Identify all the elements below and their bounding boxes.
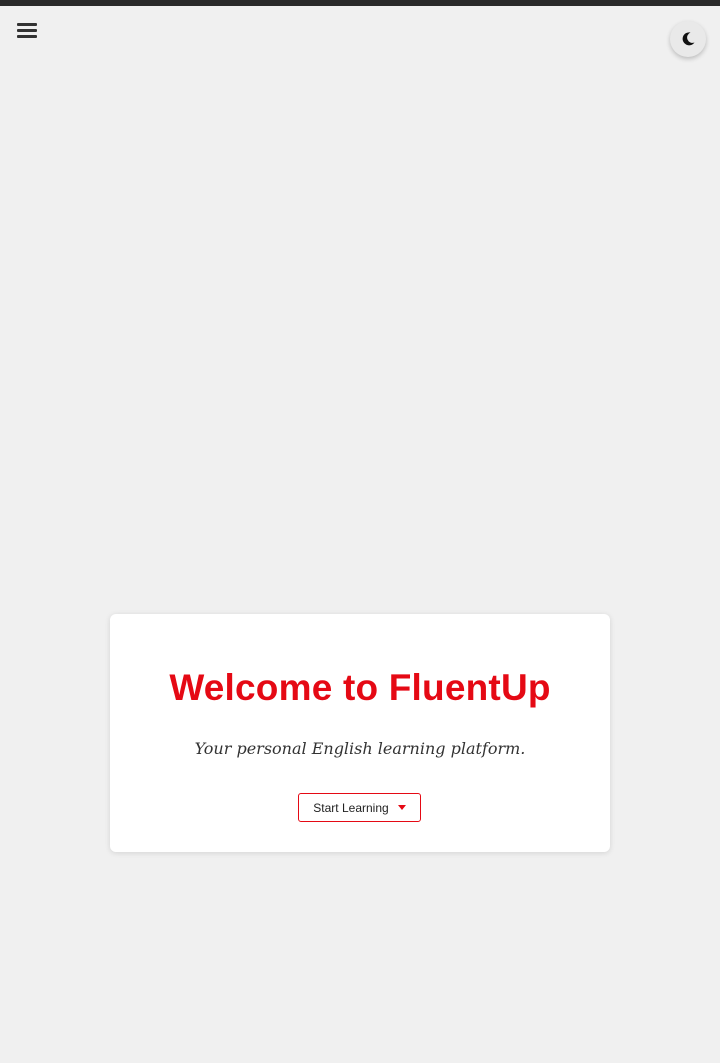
tagline: Your personal English learning platform. — [194, 739, 526, 758]
moon-icon — [682, 32, 695, 46]
welcome-card: Welcome to FluentUp Your personal Englis… — [110, 614, 610, 852]
page-title: Welcome to FluentUp — [169, 667, 551, 708]
hamburger-menu-icon[interactable] — [17, 21, 39, 39]
caret-down-icon — [397, 805, 406, 810]
start-learning-label: Start Learning — [313, 800, 389, 815]
hamburger-line — [17, 23, 37, 26]
start-learning-button[interactable]: Start Learning — [298, 793, 421, 822]
hamburger-line — [17, 35, 37, 38]
top-strip — [0, 0, 720, 6]
theme-toggle-button[interactable] — [670, 21, 706, 57]
hamburger-line — [17, 29, 37, 32]
